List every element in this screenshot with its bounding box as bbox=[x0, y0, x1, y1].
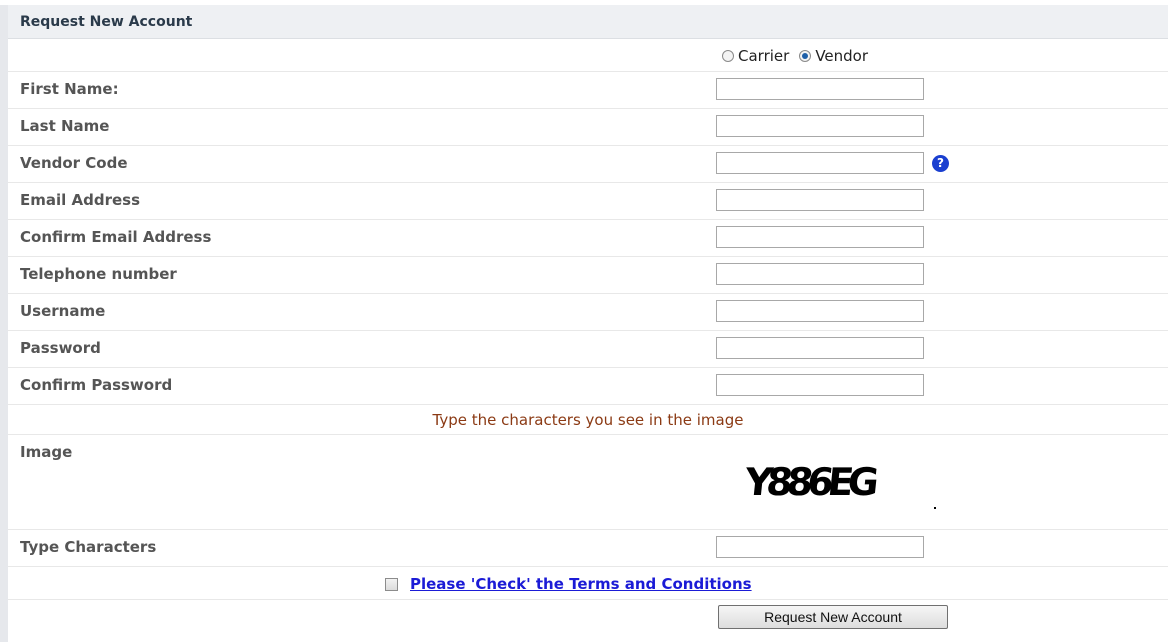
telephone-input[interactable] bbox=[716, 263, 924, 285]
form-title: Request New Account bbox=[20, 14, 193, 30]
question-circle-icon[interactable]: ? bbox=[932, 155, 949, 172]
account-type-radios: Carrier Vendor bbox=[722, 47, 874, 65]
vendor-code-input[interactable] bbox=[716, 152, 924, 174]
captcha-instruction: Type the characters you see in the image bbox=[432, 411, 744, 429]
vendor-radio[interactable] bbox=[799, 50, 812, 62]
terms-checkbox[interactable] bbox=[385, 577, 398, 591]
submit-row: Request New Account bbox=[8, 600, 1168, 640]
type-characters-label: Type Characters bbox=[20, 538, 157, 556]
vendor-radio-label[interactable]: Vendor bbox=[815, 47, 868, 65]
password-input[interactable] bbox=[716, 337, 924, 359]
email-row: Email Address bbox=[8, 183, 1168, 220]
first-name-label: First Name: bbox=[20, 80, 119, 98]
telephone-label: Telephone number bbox=[20, 265, 177, 283]
terms-row: Please 'Check' the Terms and Conditions bbox=[8, 567, 1168, 600]
email-input[interactable] bbox=[716, 189, 924, 211]
username-label: Username bbox=[20, 302, 106, 320]
form-header: Request New Account bbox=[8, 5, 1168, 39]
captcha-image-row: Image Y886EG bbox=[8, 435, 1168, 530]
captcha-image-text: Y886EG bbox=[742, 460, 879, 504]
account-type-row: Carrier Vendor bbox=[8, 39, 1168, 72]
email-label: Email Address bbox=[20, 191, 141, 209]
captcha-noise-dot bbox=[934, 507, 936, 509]
confirm-email-label: Confirm Email Address bbox=[20, 228, 212, 246]
username-input[interactable] bbox=[716, 300, 924, 322]
terms-link[interactable]: Please 'Check' the Terms and Conditions bbox=[410, 575, 752, 593]
password-label: Password bbox=[20, 339, 101, 357]
first-name-input[interactable] bbox=[716, 78, 924, 100]
last-name-input[interactable] bbox=[716, 115, 924, 137]
captcha-instruction-row: Type the characters you see in the image bbox=[8, 405, 1168, 435]
carrier-radio[interactable] bbox=[722, 50, 734, 62]
telephone-row: Telephone number bbox=[8, 257, 1168, 294]
last-name-label: Last Name bbox=[20, 117, 110, 135]
terms-group: Please 'Check' the Terms and Conditions bbox=[385, 575, 752, 593]
request-account-button[interactable]: Request New Account bbox=[718, 605, 948, 629]
confirm-email-row: Confirm Email Address bbox=[8, 220, 1168, 257]
confirm-password-input[interactable] bbox=[716, 374, 924, 396]
type-characters-row: Type Characters bbox=[8, 530, 1168, 567]
confirm-email-input[interactable] bbox=[716, 226, 924, 248]
captcha-input[interactable] bbox=[716, 536, 924, 558]
vendor-code-label: Vendor Code bbox=[20, 154, 128, 172]
carrier-radio-label[interactable]: Carrier bbox=[738, 47, 789, 65]
request-account-form: Request New Account Carrier Vendor First… bbox=[0, 5, 1168, 642]
first-name-row: First Name: bbox=[8, 72, 1168, 109]
confirm-password-row: Confirm Password bbox=[8, 368, 1168, 405]
last-name-row: Last Name bbox=[8, 109, 1168, 146]
confirm-password-label: Confirm Password bbox=[20, 376, 173, 394]
password-row: Password bbox=[8, 331, 1168, 368]
vendor-code-row: Vendor Code ? bbox=[8, 146, 1168, 183]
username-row: Username bbox=[8, 294, 1168, 331]
captcha-image: Y886EG bbox=[742, 460, 936, 509]
captcha-image-label: Image bbox=[20, 443, 73, 461]
